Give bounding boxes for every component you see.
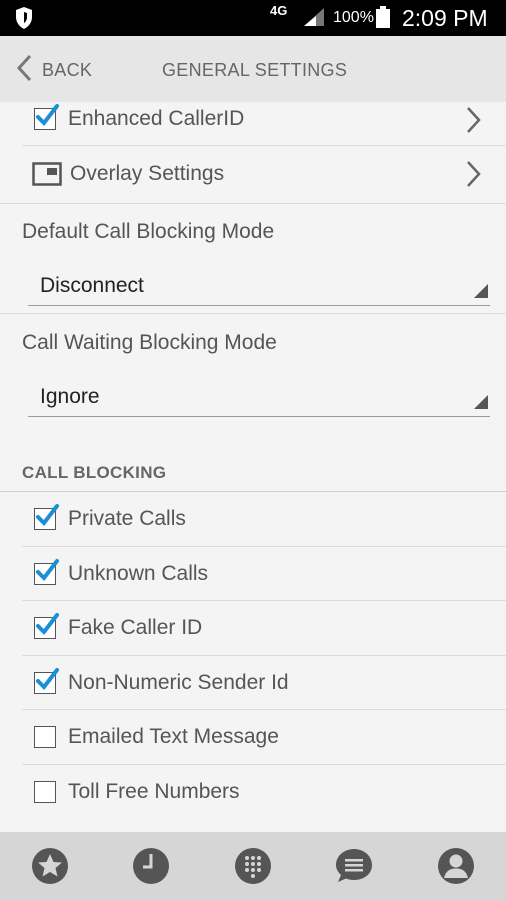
dropdown-arrow-icon: [474, 284, 488, 303]
signal-icon: [302, 7, 326, 32]
enhanced-callerid-label: Enhanced CallerID: [68, 107, 245, 130]
call-blocking-checkbox[interactable]: [34, 558, 59, 585]
call-blocking-item[interactable]: Non-Numeric Sender Id: [0, 656, 506, 711]
overlay-icon: [32, 162, 62, 186]
battery-icon: [376, 6, 390, 33]
call-blocking-label: Toll Free Numbers: [68, 779, 240, 803]
call-blocking-label: Private Calls: [68, 507, 186, 531]
enhanced-callerid-checkbox[interactable]: [34, 104, 59, 130]
checkmark-icon: [36, 504, 59, 527]
messages-chat-icon[interactable]: [335, 847, 373, 885]
call-blocking-label: Fake Caller ID: [68, 616, 203, 640]
back-label: BACK: [42, 60, 93, 80]
call-blocking-label: Emailed Text Message: [68, 725, 279, 749]
waiting-blocking-value: Ignore: [40, 385, 100, 408]
checkmark-icon: [36, 667, 59, 690]
default-blocking-value: Disconnect: [40, 274, 144, 297]
overlay-settings-row[interactable]: Overlay Settings: [0, 146, 506, 202]
dropdown-arrow-icon: [474, 395, 488, 414]
battery-percent: 100%: [333, 9, 374, 26]
clock: 2:09 PM: [402, 5, 488, 31]
call-blocking-checkbox[interactable]: [34, 780, 56, 803]
checkmark-icon: [36, 613, 59, 636]
chevron-right-icon: [466, 106, 482, 139]
call-blocking-label: Non-Numeric Sender Id: [68, 670, 289, 694]
chevron-left-icon: [16, 54, 32, 87]
chevron-right-icon: [466, 160, 482, 193]
call-blocking-checkbox[interactable]: [34, 667, 59, 694]
waiting-blocking-label: Call Waiting Blocking Mode: [22, 331, 277, 354]
call-blocking-checkbox[interactable]: [34, 504, 59, 531]
call-blocking-checkbox[interactable]: [34, 613, 59, 640]
enhanced-callerid-row[interactable]: Enhanced CallerID: [0, 102, 506, 146]
call-blocking-label: Unknown Calls: [68, 561, 209, 585]
settings-list[interactable]: Enhanced CallerID Overlay Settings Defau…: [0, 102, 506, 832]
page-title: GENERAL SETTINGS: [162, 60, 348, 80]
call-blocking-item[interactable]: Toll Free Numbers: [0, 765, 506, 820]
bottom-nav: [0, 832, 506, 900]
checkmark-icon: [36, 104, 59, 127]
divider: [0, 313, 506, 314]
call-blocking-item[interactable]: Unknown Calls: [0, 547, 506, 602]
checkmark-icon: [36, 558, 59, 581]
contacts-person-icon[interactable]: [437, 847, 475, 885]
overlay-settings-label: Overlay Settings: [70, 162, 225, 185]
waiting-blocking-dropdown[interactable]: Ignore: [28, 379, 490, 417]
call-blocking-checkbox[interactable]: [34, 726, 56, 749]
call-blocking-item[interactable]: Fake Caller ID: [0, 601, 506, 656]
call-blocking-item[interactable]: Emailed Text Message: [0, 710, 506, 765]
call-blocking-header: CALL BLOCKING: [22, 463, 167, 482]
favorites-star-icon[interactable]: [31, 847, 69, 885]
default-blocking-dropdown[interactable]: Disconnect: [28, 268, 490, 306]
default-blocking-label: Default Call Blocking Mode: [22, 220, 275, 243]
network-type: 4G: [270, 3, 288, 18]
back-button[interactable]: BACK: [16, 54, 92, 87]
status-bar: 4G 100% 2:09 PM: [0, 0, 506, 36]
shield-icon: [14, 6, 34, 35]
app-header: BACK GENERAL SETTINGS: [0, 36, 506, 102]
dialpad-icon[interactable]: [234, 847, 272, 885]
history-clock-icon[interactable]: [132, 847, 170, 885]
call-blocking-item[interactable]: Private Calls: [0, 492, 506, 547]
divider: [0, 203, 506, 204]
